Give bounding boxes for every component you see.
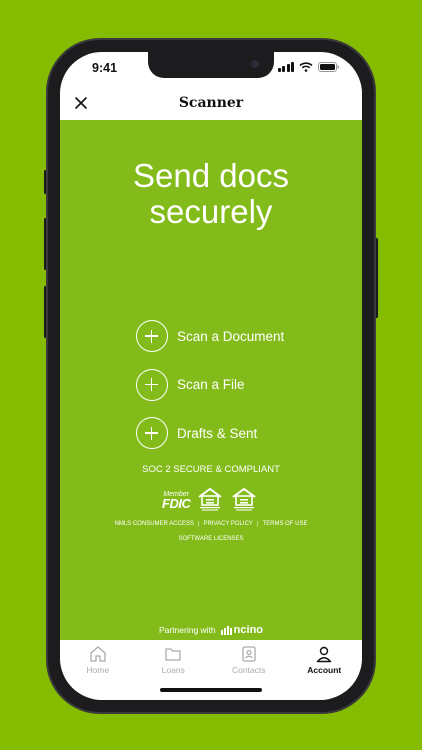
- page-title: Scanner: [178, 95, 244, 111]
- equal-housing-opportunity-icon: [232, 487, 256, 511]
- scan-document-label: Scan a Document: [177, 328, 285, 344]
- drafts-sent-button[interactable]: Drafts & Sent: [136, 417, 284, 449]
- hero-line-2: securely: [149, 193, 273, 230]
- action-list: Scan a Document Scan a File Drafts & Sen…: [136, 320, 284, 466]
- tab-contacts-label: Contacts: [231, 665, 266, 675]
- ncino-bars-icon: [220, 625, 232, 635]
- nmls-link[interactable]: NMLS CONSUMER ACCESS: [113, 521, 196, 527]
- battery-icon: [318, 62, 339, 72]
- compliance-badges: Member FDIC: [162, 486, 258, 512]
- drafts-sent-label: Drafts & Sent: [177, 425, 258, 441]
- link-separator: |: [256, 521, 259, 527]
- plus-icon: [136, 320, 168, 352]
- tab-home-label: Home: [86, 665, 110, 675]
- equal-housing-lender-icon: [198, 487, 222, 511]
- terms-of-use-link[interactable]: TERMS OF USE: [260, 521, 309, 527]
- software-licenses-link[interactable]: SOFTWARE LICENSES: [60, 536, 362, 542]
- link-separator: |: [197, 521, 200, 527]
- notch: [148, 52, 274, 78]
- app-header: Scanner: [60, 86, 362, 120]
- scan-file-label: Scan a File: [177, 377, 245, 392]
- person-icon: [317, 646, 332, 663]
- plus-icon: [136, 417, 168, 449]
- ncino-brand: ncino: [233, 624, 264, 636]
- contacts-icon: [242, 646, 256, 662]
- app-screen: 9:41 Scanner Send docs securely Scan a D…: [60, 52, 362, 700]
- status-icons: [277, 62, 341, 72]
- scan-document-button[interactable]: Scan a Document: [136, 320, 284, 352]
- tab-loans-label: Loans: [161, 665, 185, 675]
- signal-icon: [277, 62, 294, 72]
- hero-heading: Send docs securely: [60, 158, 362, 230]
- ncino-logo: ncino: [220, 624, 264, 636]
- soc-compliance-text: SOC 2 SECURE & COMPLIANT: [142, 464, 280, 475]
- home-indicator[interactable]: [160, 688, 262, 692]
- tab-home[interactable]: Home: [60, 640, 136, 700]
- wifi-icon: [299, 62, 313, 72]
- hero-line-1: Send docs: [133, 157, 289, 194]
- scan-file-button[interactable]: Scan a File: [136, 368, 284, 401]
- fdic-logo: Member FDIC: [162, 491, 191, 511]
- tab-account[interactable]: Account: [287, 640, 363, 700]
- legal-links: NMLS CONSUMER ACCESS | PRIVACY POLICY | TERM…: [60, 521, 362, 527]
- home-icon: [90, 646, 106, 662]
- camera-icon: [251, 60, 259, 68]
- tab-bar: Home Loans Contacts Account: [60, 640, 362, 700]
- partner-prefix: Partnering with: [158, 625, 216, 635]
- tab-account-label: Account: [307, 665, 342, 675]
- partner-footer: Partnering with ncino: [60, 624, 362, 636]
- status-time: 9:41: [92, 61, 118, 75]
- privacy-policy-link[interactable]: PRIVACY POLICY: [201, 521, 254, 527]
- folder-icon: [165, 648, 181, 661]
- plus-icon: [136, 368, 168, 401]
